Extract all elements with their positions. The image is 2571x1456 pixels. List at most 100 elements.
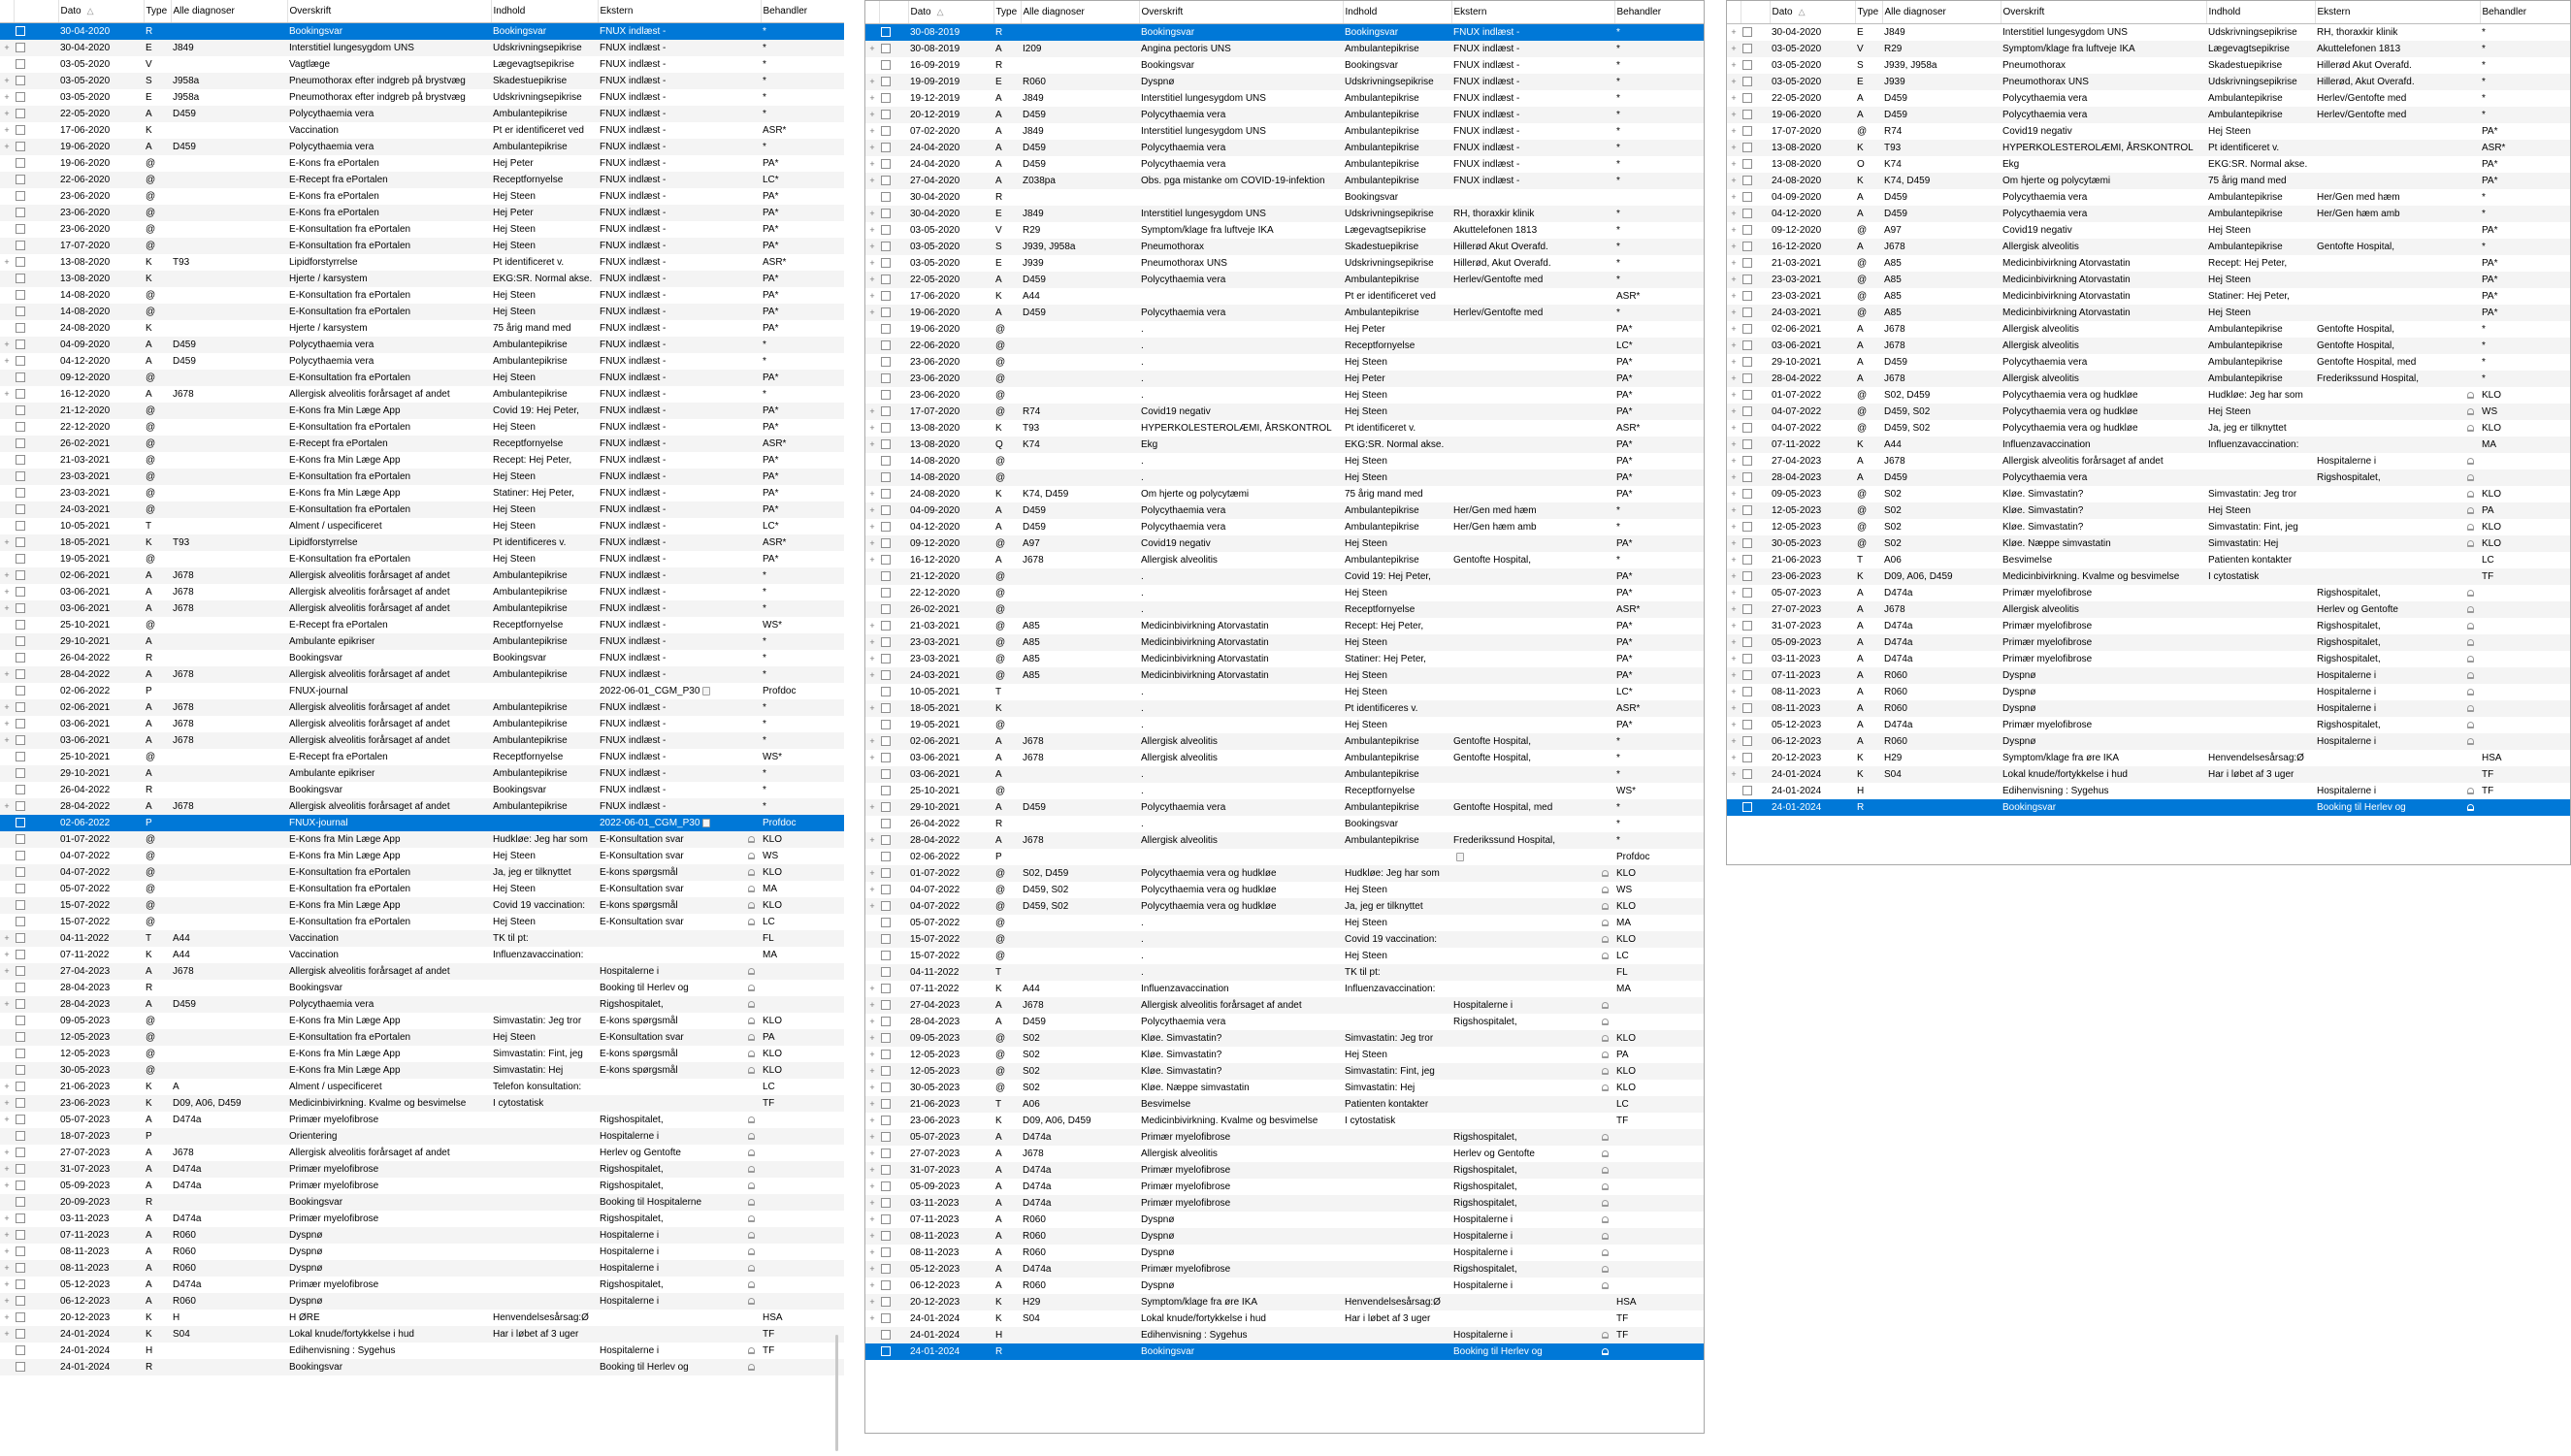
row-checkbox[interactable] bbox=[16, 818, 25, 828]
expand-toggle[interactable] bbox=[0, 864, 14, 881]
expand-toggle[interactable]: + bbox=[865, 1278, 879, 1294]
expand-toggle[interactable]: + bbox=[0, 254, 14, 271]
row-checkbox[interactable] bbox=[16, 1197, 25, 1208]
row-checkbox[interactable] bbox=[1742, 225, 1752, 236]
row-checkbox[interactable] bbox=[16, 109, 25, 119]
row-checkbox[interactable] bbox=[16, 1312, 25, 1323]
table-row[interactable]: +17-06-2020 K A44 Pt er identificeret ved AS… bbox=[865, 288, 1704, 305]
expand-toggle[interactable] bbox=[0, 633, 14, 650]
expand-toggle[interactable]: + bbox=[865, 1146, 879, 1162]
row-checkbox[interactable] bbox=[881, 1330, 891, 1341]
expand-toggle[interactable]: + bbox=[865, 288, 879, 305]
expand-toggle[interactable]: + bbox=[0, 1178, 14, 1194]
expand-toggle[interactable]: + bbox=[0, 716, 14, 732]
table-row[interactable]: +04-07-2022 @ D459, S02 Polycythaemia vera … bbox=[865, 898, 1704, 915]
expand-toggle[interactable]: + bbox=[0, 947, 14, 963]
expand-toggle[interactable]: + bbox=[865, 997, 879, 1014]
table-row[interactable]: +04-07-2022 @ D459, S02 Polycythaemia vera … bbox=[865, 882, 1704, 898]
row-checkbox[interactable] bbox=[1742, 258, 1752, 269]
column-header-diagnoser[interactable]: Alle diagnoser bbox=[1882, 1, 2001, 24]
table-row[interactable]: +03-06-2021 A J678 Allergisk alveolitis for… bbox=[0, 716, 844, 732]
table-row[interactable]: 04-07-2022 @ E-Kons fra Min Læge App Hej St… bbox=[0, 848, 844, 864]
expand-toggle[interactable]: + bbox=[865, 832, 879, 849]
row-checkbox[interactable] bbox=[16, 917, 25, 927]
table-row[interactable]: +20-12-2023 K H29 Symptom/klage fra øre IKA… bbox=[1727, 750, 2570, 766]
table-row[interactable]: +31-07-2023 A D474a Primær myelofibrose Rigs… bbox=[0, 1161, 844, 1178]
row-checkbox[interactable] bbox=[1742, 60, 1752, 71]
expand-toggle[interactable]: + bbox=[865, 437, 879, 453]
row-checkbox[interactable] bbox=[881, 27, 891, 38]
row-checkbox[interactable] bbox=[1742, 555, 1752, 566]
expand-toggle[interactable]: + bbox=[865, 123, 879, 140]
row-checkbox[interactable] bbox=[16, 1016, 25, 1026]
table-row[interactable]: 23-06-2020 @. Hej Peter PA* bbox=[865, 371, 1704, 387]
row-checkbox[interactable] bbox=[1742, 802, 1752, 813]
table-row[interactable]: +07-11-2023 A R060 Dyspnø Hospitalerne i bbox=[1727, 667, 2570, 684]
row-checkbox[interactable] bbox=[881, 753, 891, 763]
table-row[interactable]: 20-09-2023 R Bookingsvar Booking til Hospit… bbox=[0, 1194, 844, 1211]
expand-toggle[interactable]: + bbox=[1727, 568, 1741, 585]
table-row[interactable]: +09-05-2023 @ S02 Kløe. Simvastatin? Simvast… bbox=[1727, 486, 2570, 502]
expand-toggle[interactable] bbox=[0, 370, 14, 386]
row-checkbox[interactable] bbox=[1742, 621, 1752, 631]
row-checkbox[interactable] bbox=[1742, 604, 1752, 615]
expand-toggle[interactable]: + bbox=[1727, 41, 1741, 57]
table-row[interactable]: +08-11-2023 A R060 Dyspnø Hospitalerne i bbox=[0, 1260, 844, 1277]
table-row[interactable]: +17-06-2020 K Vaccination Pt er identificer… bbox=[0, 122, 844, 139]
expand-toggle[interactable] bbox=[0, 980, 14, 996]
table-row[interactable]: 18-07-2023 P Orientering Hospitalerne i bbox=[0, 1128, 844, 1145]
row-checkbox[interactable] bbox=[881, 1247, 891, 1258]
table-row[interactable]: +29-10-2021 A D459 Polycythaemia vera Ambula… bbox=[865, 799, 1704, 816]
table-row[interactable]: +02-06-2021 A J678 Allergisk alveolitis Ambu… bbox=[1727, 321, 2570, 338]
column-header-overskrift[interactable]: Overskrift bbox=[2001, 1, 2207, 24]
expand-toggle[interactable] bbox=[0, 238, 14, 254]
expand-toggle[interactable]: + bbox=[1727, 74, 1741, 90]
expand-toggle[interactable]: + bbox=[865, 519, 879, 535]
expand-toggle[interactable] bbox=[865, 783, 879, 799]
table-row[interactable]: +04-09-2020 A D459 Polycythaemia vera Ambula… bbox=[0, 337, 844, 353]
row-checkbox[interactable] bbox=[16, 1230, 25, 1241]
table-row[interactable]: +03-06-2021 A J678 Allergisk alveolitis for… bbox=[0, 584, 844, 600]
table-row[interactable]: +04-07-2022 @ D459, S02 Polycythaemia vera … bbox=[1727, 420, 2570, 437]
expand-toggle[interactable]: + bbox=[1727, 288, 1741, 305]
table-row[interactable]: +03-06-2021 A J678 Allergisk alveolitis Ambu… bbox=[1727, 338, 2570, 354]
expand-toggle[interactable]: + bbox=[865, 1195, 879, 1212]
row-checkbox[interactable] bbox=[16, 884, 25, 894]
table-row[interactable]: +30-05-2023 @ S02 Kløe. Næppe simvastatin Si… bbox=[1727, 535, 2570, 552]
expand-toggle[interactable]: + bbox=[865, 255, 879, 272]
table-row[interactable]: +24-04-2020 A D459 Polycythaemia vera Ambula… bbox=[865, 156, 1704, 173]
table-row[interactable]: 14-08-2020 @. Hej Steen PA* bbox=[865, 453, 1704, 469]
table-row[interactable]: +12-05-2023 @ S02 Kløe. Simvastatin? Simvast… bbox=[1727, 519, 2570, 535]
expand-toggle[interactable] bbox=[865, 321, 879, 338]
table-row[interactable]: 14-08-2020 @ E-Konsultation fra ePortalen H… bbox=[0, 304, 844, 320]
row-checkbox[interactable] bbox=[16, 92, 25, 103]
row-checkbox[interactable] bbox=[881, 1297, 891, 1308]
table-row[interactable]: 25-10-2021 @ E-Recept fra ePortalen Receptf… bbox=[0, 617, 844, 633]
expand-toggle[interactable] bbox=[0, 56, 14, 73]
expand-toggle[interactable]: + bbox=[865, 140, 879, 156]
column-header-dato[interactable]: Dato △ bbox=[1770, 1, 1856, 24]
table-row[interactable]: 22-06-2020 @ E-Recept fra ePortalen Receptf… bbox=[0, 172, 844, 188]
table-row[interactable]: +03-05-2020 E J939 Pneumothorax UNS Udskrivn… bbox=[865, 255, 1704, 272]
row-checkbox[interactable] bbox=[881, 720, 891, 730]
expand-toggle[interactable] bbox=[0, 749, 14, 765]
table-row[interactable]: 21-12-2020 @. Covid 19: Hej Peter, PA* bbox=[865, 568, 1704, 585]
column-header-dato[interactable]: Dato △ bbox=[908, 1, 994, 24]
expand-toggle[interactable]: + bbox=[865, 41, 879, 57]
row-checkbox[interactable] bbox=[881, 1313, 891, 1324]
row-checkbox[interactable] bbox=[881, 472, 891, 483]
table-row[interactable]: +18-05-2021 K. Pt identificeres v. ASR* bbox=[865, 700, 1704, 717]
table-row[interactable]: +24-01-2024 K S04 Lokal knude/fortykkelse i… bbox=[865, 1310, 1704, 1327]
row-checkbox[interactable] bbox=[16, 537, 25, 548]
table-row[interactable]: +24-01-2024 K S04 Lokal knude/fortykkelse i… bbox=[1727, 766, 2570, 783]
row-checkbox[interactable] bbox=[881, 192, 891, 203]
row-checkbox[interactable] bbox=[16, 1082, 25, 1092]
row-checkbox[interactable] bbox=[881, 802, 891, 813]
table-row[interactable]: +31-07-2023 A D474a Primær myelofibrose Rigs… bbox=[1727, 618, 2570, 634]
table-row[interactable]: 29-10-2021 A Ambulante epikriser Ambulantep… bbox=[0, 765, 844, 782]
expand-toggle[interactable] bbox=[0, 683, 14, 699]
row-checkbox[interactable] bbox=[16, 422, 25, 433]
expand-toggle[interactable] bbox=[0, 1029, 14, 1046]
row-checkbox[interactable] bbox=[881, 77, 891, 87]
table-row[interactable]: +03-05-2020 S J939, J958a Pneumothorax Skade… bbox=[1727, 57, 2570, 74]
